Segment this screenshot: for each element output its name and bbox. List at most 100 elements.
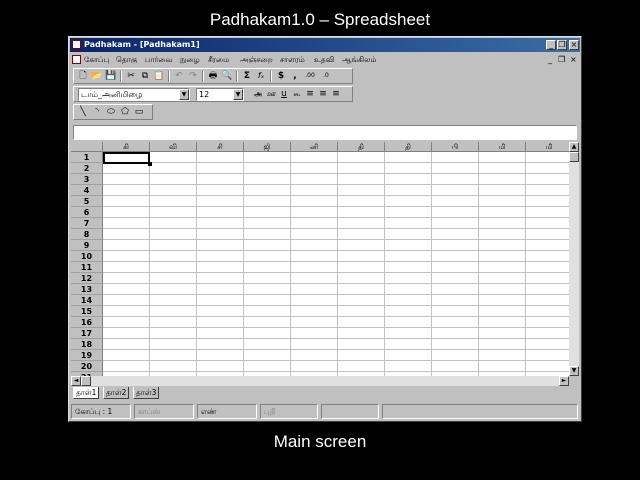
cut-icon[interactable]: ✂: [125, 70, 137, 82]
row-header[interactable]: 1: [71, 152, 103, 163]
scroll-left-button[interactable]: ◄: [71, 376, 81, 386]
sheet-tab-2[interactable]: தாள்2: [103, 387, 130, 399]
print-preview-icon[interactable]: 🔍: [221, 70, 233, 82]
row-header[interactable]: 5: [71, 196, 103, 207]
horizontal-scroll-thumb[interactable]: [81, 376, 91, 386]
row-header[interactable]: 18: [71, 339, 103, 350]
sum-icon[interactable]: Σ: [241, 70, 253, 82]
column-header[interactable]: தி: [385, 142, 432, 152]
menu-help[interactable]: உதவி: [314, 54, 334, 65]
bold-button[interactable]: அ: [252, 88, 264, 100]
print-icon[interactable]: 🖶: [207, 70, 219, 82]
column-header[interactable]: வி: [150, 142, 197, 152]
undo-icon[interactable]: ↶: [173, 70, 185, 82]
spreadsheet-grid[interactable]: கி வி சி ஜி னி தி தி பி மி மி 1 2 3 4 5 6 7 8 9 10 11 12 13 14…: [71, 142, 569, 376]
row-header[interactable]: 12: [71, 273, 103, 284]
row-header[interactable]: 19: [71, 350, 103, 361]
currency-icon[interactable]: $: [275, 70, 287, 82]
maximize-button[interactable]: ❐: [557, 40, 567, 50]
mdi-restore-button[interactable]: ❐: [558, 54, 565, 65]
font-name-select[interactable]: டாம்_அனிமிழை ▼: [78, 88, 190, 101]
save-icon[interactable]: 💾: [105, 70, 117, 82]
row-header[interactable]: 3: [71, 174, 103, 185]
row-header[interactable]: 16: [71, 317, 103, 328]
vertical-scroll-thumb[interactable]: [569, 152, 579, 162]
new-file-icon[interactable]: 🗋: [77, 70, 89, 82]
line-icon[interactable]: ╲: [77, 106, 89, 118]
decrease-decimal-icon[interactable]: .0: [319, 70, 333, 82]
column-header[interactable]: ஜி: [244, 142, 291, 152]
horizontal-scrollbar[interactable]: ◄ ►: [71, 376, 569, 386]
sheet-tab-1[interactable]: தாள்1: [73, 387, 100, 399]
align-right-icon[interactable]: ≡: [330, 88, 342, 100]
open-folder-icon[interactable]: 📂: [91, 70, 103, 82]
font-size-select[interactable]: 12 ▼: [196, 88, 244, 101]
italic-button[interactable]: ஊ: [265, 88, 277, 100]
app-icon[interactable]: [72, 40, 81, 49]
toolbar-separator: [120, 71, 122, 82]
scroll-down-button[interactable]: ▼: [569, 366, 579, 376]
underline-button[interactable]: u: [278, 88, 290, 100]
close-button[interactable]: ×: [569, 40, 579, 50]
menu-view[interactable]: பார்வை: [145, 54, 173, 65]
menu-format[interactable]: சீரமை: [208, 54, 229, 65]
copy-icon[interactable]: ⧉: [139, 70, 151, 82]
cell-area[interactable]: [103, 152, 569, 376]
column-header[interactable]: தி: [338, 142, 385, 152]
formula-input[interactable]: [73, 125, 577, 140]
row-header[interactable]: 20: [71, 361, 103, 372]
column-header[interactable]: மி: [479, 142, 526, 152]
column-header[interactable]: கி: [103, 142, 150, 152]
row-header[interactable]: 11: [71, 262, 103, 273]
strike-button[interactable]: கூ: [291, 88, 303, 100]
minimize-button[interactable]: _: [546, 40, 556, 50]
polygon-icon[interactable]: ⬠: [119, 106, 131, 118]
active-cell[interactable]: [103, 152, 150, 164]
document-icon[interactable]: [72, 55, 81, 64]
row-header[interactable]: 2: [71, 163, 103, 174]
increase-decimal-icon[interactable]: .00: [303, 70, 317, 82]
menu-cells[interactable]: அஞ்சறை: [240, 54, 273, 65]
row-header[interactable]: 6: [71, 207, 103, 218]
column-header[interactable]: பி: [432, 142, 479, 152]
sheet-tab-3[interactable]: தாள்3: [133, 387, 160, 399]
paste-icon[interactable]: 📋: [153, 70, 165, 82]
mdi-minimize-button[interactable]: _: [548, 54, 552, 65]
row-header[interactable]: 14: [71, 295, 103, 306]
chevron-down-icon[interactable]: ▼: [233, 89, 243, 100]
vertical-scrollbar[interactable]: ▲ ▼: [569, 142, 579, 376]
menu-insert[interactable]: நுழை: [180, 54, 200, 65]
mdi-close-button[interactable]: ×: [570, 54, 577, 65]
select-all-corner[interactable]: [71, 142, 103, 152]
scroll-right-button[interactable]: ►: [559, 376, 569, 386]
function-icon[interactable]: fₓ: [255, 70, 267, 82]
row-header[interactable]: 9: [71, 240, 103, 251]
row-header[interactable]: 13: [71, 284, 103, 295]
chevron-down-icon[interactable]: ▼: [179, 89, 189, 100]
column-header[interactable]: சி: [197, 142, 244, 152]
row-header[interactable]: 15: [71, 306, 103, 317]
toolbar-separator: [168, 71, 170, 82]
menu-file[interactable]: கோப்பு: [84, 54, 109, 65]
fill-handle[interactable]: [148, 162, 152, 166]
rectangle-icon[interactable]: ▭: [133, 106, 145, 118]
row-header[interactable]: 17: [71, 328, 103, 339]
row-header[interactable]: 7: [71, 218, 103, 229]
menu-window[interactable]: சாளரம்: [280, 54, 305, 65]
menu-edit[interactable]: தொகு: [116, 54, 137, 65]
align-center-icon[interactable]: ≡: [317, 88, 329, 100]
menu-english[interactable]: ஆங்கிலம்: [342, 54, 376, 65]
row-header[interactable]: 10: [71, 251, 103, 262]
row-header[interactable]: 4: [71, 185, 103, 196]
align-left-icon[interactable]: ≡: [304, 88, 316, 100]
row-header[interactable]: 8: [71, 229, 103, 240]
column-header[interactable]: னி: [291, 142, 338, 152]
comma-icon[interactable]: ,: [289, 70, 301, 82]
redo-icon[interactable]: ↷: [187, 70, 199, 82]
sheet-tabs: தாள்1 தாள்2 தாள்3: [71, 387, 579, 400]
title-bar[interactable]: Padhakam - [Padhakam1] _ ❐ ×: [70, 38, 580, 52]
ellipse-icon[interactable]: ⬭: [105, 106, 117, 118]
scroll-up-button[interactable]: ▲: [569, 142, 579, 152]
arc-icon[interactable]: ◝: [91, 106, 103, 118]
column-header[interactable]: மி: [526, 142, 569, 152]
